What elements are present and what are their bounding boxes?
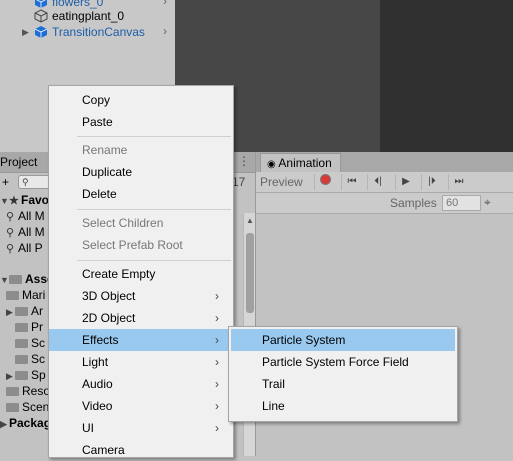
menu-item-camera[interactable]: Camera <box>49 439 233 461</box>
menu-item-paste[interactable]: Paste <box>49 111 233 133</box>
expand-arrow-icon[interactable]: ▼ <box>0 272 9 288</box>
search-icon: ⚲ <box>6 243 15 255</box>
next-keyframe-button[interactable]: |⏵ <box>421 174 442 190</box>
menu-item-create-empty[interactable]: Create Empty <box>49 263 233 285</box>
first-keyframe-button[interactable]: ⏮ <box>341 174 362 190</box>
folder-icon <box>15 371 28 380</box>
animation-icon: ◉ <box>267 159 276 170</box>
chevron-right-icon: › <box>215 333 219 347</box>
hierarchy-item-label: eatingplant_0 <box>52 9 125 23</box>
menu-separator <box>77 260 231 261</box>
chevron-right-icon: › <box>215 399 219 413</box>
favorites-item[interactable]: ⚲ All M <box>6 224 45 240</box>
tab-project[interactable]: Project <box>0 152 37 172</box>
menu-item-video[interactable]: Video › <box>49 395 233 417</box>
expand-arrow-icon[interactable]: ▼ <box>0 193 9 209</box>
folder-icon <box>6 403 19 412</box>
packages-header[interactable]: ▶ Packag <box>0 415 51 431</box>
favorites-item[interactable]: ⚲ All P <box>6 240 43 256</box>
menu-item-3d-object[interactable]: 3D Object › <box>49 285 233 307</box>
tab-animation[interactable]: ◉ Animation <box>260 153 341 173</box>
scroll-up-icon[interactable]: ▲ <box>246 216 254 225</box>
effects-submenu: Particle System Particle System Force Fi… <box>228 326 458 422</box>
menu-separator <box>77 209 231 210</box>
expand-arrow-icon[interactable]: ▶ <box>6 368 15 384</box>
search-icon: ⚲ <box>6 211 15 223</box>
submenu-item-line[interactable]: Line <box>231 395 455 417</box>
menu-item-select-prefab-root: Select Prefab Root <box>82 238 183 252</box>
menu-item-effects[interactable]: Effects › <box>49 329 233 351</box>
panel-menu-icon[interactable]: ⋮ <box>238 154 250 168</box>
asset-folder-item[interactable]: Sc <box>15 351 45 367</box>
menu-item-duplicate[interactable]: Duplicate <box>49 161 233 183</box>
skip-end-icon: ⏭ <box>454 176 464 187</box>
submenu-item-particle-system[interactable]: Particle System <box>231 329 455 351</box>
skip-start-icon: ⏮ <box>347 176 357 187</box>
play-icon: ▶ <box>402 176 410 187</box>
preview-button[interactable]: Preview <box>260 172 303 192</box>
samples-row: Samples 60 ⌖ <box>256 193 513 214</box>
asset-folder-item[interactable]: Pr <box>15 319 43 335</box>
folder-icon <box>15 339 28 348</box>
search-icon: ⚲ <box>6 227 15 239</box>
menu-item-rename: Rename <box>82 143 128 157</box>
expand-arrow-icon[interactable]: ▶ <box>6 304 15 320</box>
animation-toolbar: 17 Preview ⏮ ⏴| ▶ |⏵ ⏭ <box>232 172 513 193</box>
prefab-cube-icon <box>34 25 48 39</box>
star-icon: ★ <box>9 195 19 207</box>
animation-tab-bar: ◉ Animation <box>256 152 513 173</box>
submenu-item-trail[interactable]: Trail <box>231 373 455 395</box>
menu-item-copy[interactable]: Copy <box>49 89 233 111</box>
menu-item-ui[interactable]: UI › <box>49 417 233 439</box>
menu-item-2d-object[interactable]: 2D Object › <box>49 307 233 329</box>
prefab-cube-icon <box>34 0 48 9</box>
menu-separator <box>77 136 231 137</box>
folder-icon <box>6 291 19 300</box>
chevron-right-icon[interactable]: › <box>163 0 167 8</box>
scrollbar-thumb[interactable] <box>246 233 254 313</box>
samples-label: Samples <box>390 196 437 210</box>
gameobject-cube-icon <box>34 9 48 23</box>
expand-arrow-icon[interactable]: ▶ <box>0 416 9 432</box>
previous-keyframe-button[interactable]: ⏴| <box>367 174 388 190</box>
folder-icon <box>15 355 28 364</box>
chevron-right-icon: › <box>215 311 219 325</box>
context-menu: Copy Paste Rename Duplicate Delete Selec… <box>48 85 234 458</box>
chevron-right-icon: › <box>215 377 219 391</box>
last-keyframe-button[interactable]: ⏭ <box>448 174 469 190</box>
menu-item-delete[interactable]: Delete <box>49 183 233 205</box>
chevron-right-icon: › <box>215 355 219 369</box>
favorites-item[interactable]: ⚲ All M <box>6 208 45 224</box>
chevron-right-icon[interactable]: › <box>163 24 167 38</box>
scene-view-dark-area <box>380 0 513 152</box>
create-plus-icon[interactable]: + <box>2 175 9 189</box>
hierarchy-item-label: TransitionCanvas <box>52 25 145 39</box>
samples-input[interactable]: 60 <box>442 195 481 211</box>
asset-folder-item[interactable]: Sc <box>15 335 45 351</box>
search-icon: ⚲ <box>22 177 29 187</box>
play-button[interactable]: ▶ <box>395 174 416 190</box>
asset-folder-item[interactable]: Scen <box>6 399 49 415</box>
folder-icon <box>6 387 19 396</box>
chevron-right-icon: › <box>215 421 219 435</box>
asset-folder-item[interactable]: Mari <box>6 287 45 303</box>
frame-field-partial[interactable]: 17 <box>232 172 245 192</box>
menu-item-audio[interactable]: Audio › <box>49 373 233 395</box>
crosshair-icon[interactable]: ⌖ <box>484 195 491 210</box>
folder-icon <box>9 275 22 284</box>
folder-icon <box>15 307 28 316</box>
record-icon <box>319 174 331 185</box>
step-back-icon: ⏴| <box>374 176 382 187</box>
folder-icon <box>15 323 28 332</box>
record-button[interactable] <box>314 174 335 190</box>
asset-folder-item[interactable]: ▶ Sp <box>6 367 46 383</box>
step-forward-icon: |⏵ <box>428 176 436 187</box>
submenu-item-particle-system-force-field[interactable]: Particle System Force Field <box>231 351 455 373</box>
asset-folder-item[interactable]: Reso <box>6 383 50 399</box>
expand-arrow-icon[interactable]: ▶ <box>22 24 32 40</box>
menu-item-light[interactable]: Light › <box>49 351 233 373</box>
asset-folder-item[interactable]: ▶ Ar <box>6 303 43 319</box>
chevron-right-icon: › <box>215 289 219 303</box>
menu-item-select-children: Select Children <box>82 216 164 230</box>
